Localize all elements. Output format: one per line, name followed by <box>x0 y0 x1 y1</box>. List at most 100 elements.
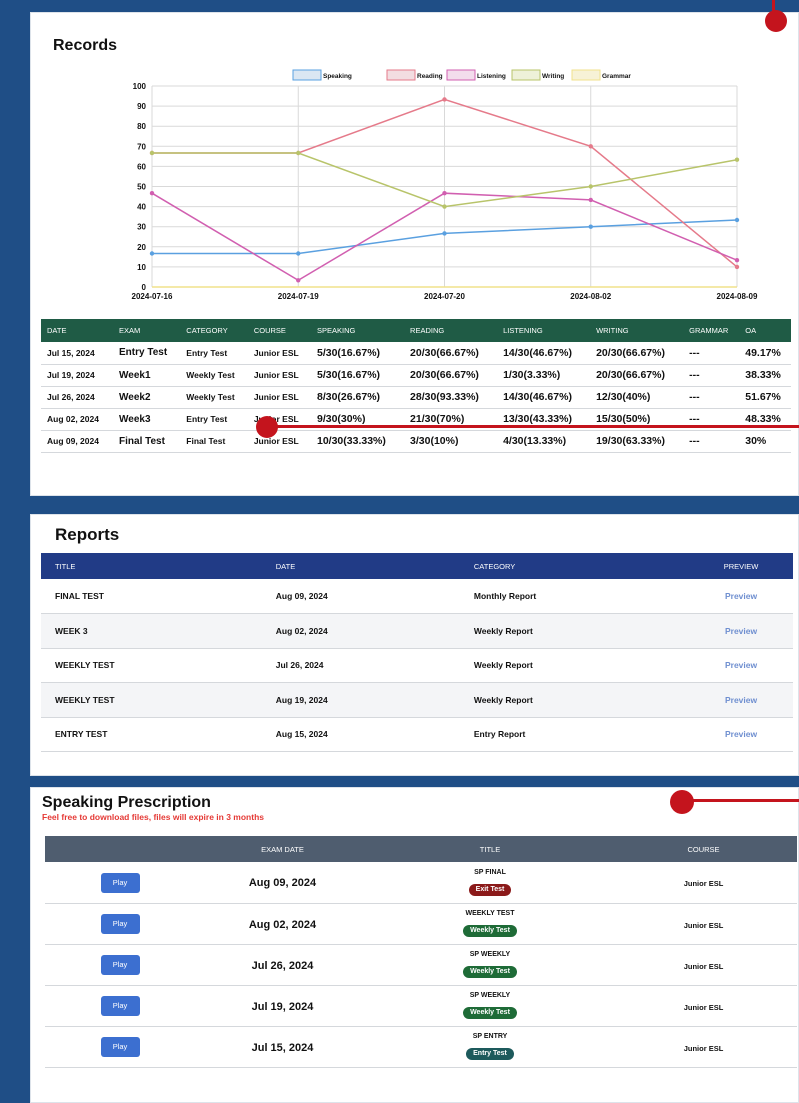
records-table-header: DATE EXAM CATEGORY COURSE SPEAKING READING LIS… <box>41 319 791 342</box>
report-cell-title: WEEKLY TEST <box>41 648 262 683</box>
annotation-marker-records <box>256 416 278 438</box>
y-tick-label: 10 <box>137 263 146 272</box>
preview-link[interactable]: Preview <box>689 717 793 752</box>
legend-label-writing: Writing <box>542 73 564 80</box>
column-header-course: COURSE <box>610 836 797 862</box>
records-cell-category: Entry Test <box>180 408 248 431</box>
records-cell-exam: Final Test <box>113 430 181 453</box>
records-cell-listening: 14/30(46.67%) <box>497 386 591 409</box>
y-tick-label: 30 <box>137 223 146 232</box>
records-cell-category: Final Test <box>180 430 248 453</box>
exam-date: Aug 09, 2024 <box>248 877 317 890</box>
report-cell-date: Aug 09, 2024 <box>261 579 460 614</box>
data-point-speaking <box>296 251 301 256</box>
play-button[interactable]: Play <box>100 955 140 975</box>
records-cell-oa: 49.17% <box>739 342 791 365</box>
prescription-title: WEEKLY TEST <box>465 910 515 917</box>
report-cell-title: ENTRY TEST <box>41 717 262 752</box>
preview-link[interactable]: Preview <box>689 579 793 614</box>
x-tick-label: 2024-07-20 <box>424 292 465 301</box>
preview-link[interactable]: Preview <box>689 613 793 649</box>
reports-panel: Reports TITLE DATE CATEGORY PREVIEW FINAL T… <box>30 514 799 776</box>
preview-link[interactable]: Preview <box>689 648 793 683</box>
report-row: ENTRY TEST Aug 15, 2024 Entry Report Previe… <box>41 717 793 752</box>
records-cell-speaking: 10/30(33.33%) <box>311 430 405 453</box>
report-row: WEEKLY TEST Jul 26, 2024 Weekly Report Prev… <box>41 648 793 683</box>
records-cell-reading: 3/30(10%) <box>404 430 498 453</box>
legend-swatch-writing <box>511 69 541 81</box>
data-point-listening <box>734 258 740 263</box>
column-header-play <box>45 836 195 862</box>
records-row: Aug 09, 2024 Final Test Final Test Junior E… <box>41 430 791 453</box>
y-tick-label: 100 <box>133 82 147 91</box>
test-type-badge: Weekly Test <box>463 925 517 937</box>
prescription-title: SP ENTRY <box>472 1033 508 1040</box>
play-button[interactable]: Play <box>100 1037 140 1057</box>
data-point-listening <box>588 197 593 203</box>
records-cell-grammar: --- <box>683 342 740 365</box>
play-cell: Play <box>45 944 195 986</box>
column-header-reading: READING <box>404 319 498 342</box>
column-header-exam-date: EXAM DATE <box>195 836 370 862</box>
play-button[interactable]: Play <box>100 996 140 1016</box>
exam-date: Aug 02, 2024 <box>248 918 317 931</box>
column-header-oa: OA <box>739 319 791 342</box>
prescription-table-header: EXAM DATE TITLE COURSE <box>45 836 797 862</box>
data-point-speaking <box>588 224 593 229</box>
records-panel: Records 0 10 20 30 40 50 60 70 80 90 100 2024-07-16… <box>30 12 799 496</box>
records-cell-writing: 20/30(66.67%) <box>590 342 684 365</box>
report-cell-category: Weekly Report <box>459 682 690 718</box>
exam-date-cell: Jul 15, 2024 <box>195 1026 370 1068</box>
records-cell-speaking: 5/30(16.67%) <box>311 364 405 387</box>
data-point-writing <box>734 157 740 162</box>
column-header-date: DATE <box>261 553 460 579</box>
preview-link[interactable]: Preview <box>689 682 793 718</box>
records-cell-writing: 12/30(40%) <box>590 386 684 409</box>
records-row: Jul 26, 2024 Week2 Weekly Test Junior ESL 8/… <box>41 386 791 409</box>
records-cell-grammar: --- <box>683 430 740 453</box>
column-header-title: TITLE <box>41 553 262 579</box>
data-point-listening <box>442 190 447 196</box>
report-cell-date: Aug 19, 2024 <box>261 682 460 718</box>
report-cell-date: Aug 15, 2024 <box>261 717 460 752</box>
title-cell: SP WEEKLY Weekly Test <box>370 944 610 986</box>
records-cell-exam: Week2 <box>113 386 181 409</box>
records-cell-speaking: 5/30(16.67%) <box>311 342 405 365</box>
prescription-row: Play Jul 15, 2024 SP ENTRY Entry Test Junior… <box>45 1026 797 1068</box>
records-line-chart: 0 10 20 30 40 50 60 70 80 90 100 2024-07-16 2024-07-… <box>132 69 758 301</box>
report-cell-date: Aug 02, 2024 <box>261 613 460 649</box>
data-point-writing <box>149 150 155 156</box>
records-cell-course: Junior ESL <box>247 364 311 387</box>
play-cell: Play <box>45 1026 195 1068</box>
data-point-speaking <box>734 217 740 223</box>
exam-date: Jul 26, 2024 <box>251 959 314 972</box>
course-cell: Junior ESL <box>610 1026 797 1068</box>
y-tick-label: 70 <box>137 142 146 151</box>
reports-table: TITLE DATE CATEGORY PREVIEW FINAL TEST Aug 0… <box>41 553 793 752</box>
prescription-title: SP WEEKLY <box>469 992 511 999</box>
play-button[interactable]: Play <box>100 914 140 934</box>
records-cell-date: Aug 09, 2024 <box>41 430 114 453</box>
exam-date: Jul 15, 2024 <box>251 1041 314 1054</box>
x-tick-label: 2024-07-16 <box>132 292 173 301</box>
records-row: Jul 19, 2024 Week1 Weekly Test Junior ESL 5/… <box>41 364 791 387</box>
annotation-marker-prescription <box>670 790 694 814</box>
records-cell-date: Aug 02, 2024 <box>41 408 114 431</box>
report-cell-category: Monthly Report <box>459 579 690 614</box>
prescription-row: Play Jul 26, 2024 SP WEEKLY Weekly Test Juni… <box>45 944 797 986</box>
data-point-writing <box>296 150 301 156</box>
prescription-title: SP WEEKLY <box>469 951 511 958</box>
course-cell: Junior ESL <box>610 944 797 986</box>
prescription-row: Play Aug 09, 2024 SP FINAL Exit Test Junior … <box>45 862 797 904</box>
column-header-listening: LISTENING <box>497 319 591 342</box>
y-tick-label: 0 <box>142 283 147 292</box>
annotation-marker-top <box>765 10 787 32</box>
course-name: Junior ESL <box>683 920 724 930</box>
records-cell-listening: 14/30(46.67%) <box>497 342 591 365</box>
records-cell-reading: 20/30(66.67%) <box>404 342 498 365</box>
records-cell-listening: 1/30(3.33%) <box>497 364 591 387</box>
column-header-category: CATEGORY <box>459 553 690 579</box>
records-cell-exam: Week3 <box>113 408 181 431</box>
play-button[interactable]: Play <box>100 872 140 893</box>
column-header-category: CATEGORY <box>180 319 248 342</box>
